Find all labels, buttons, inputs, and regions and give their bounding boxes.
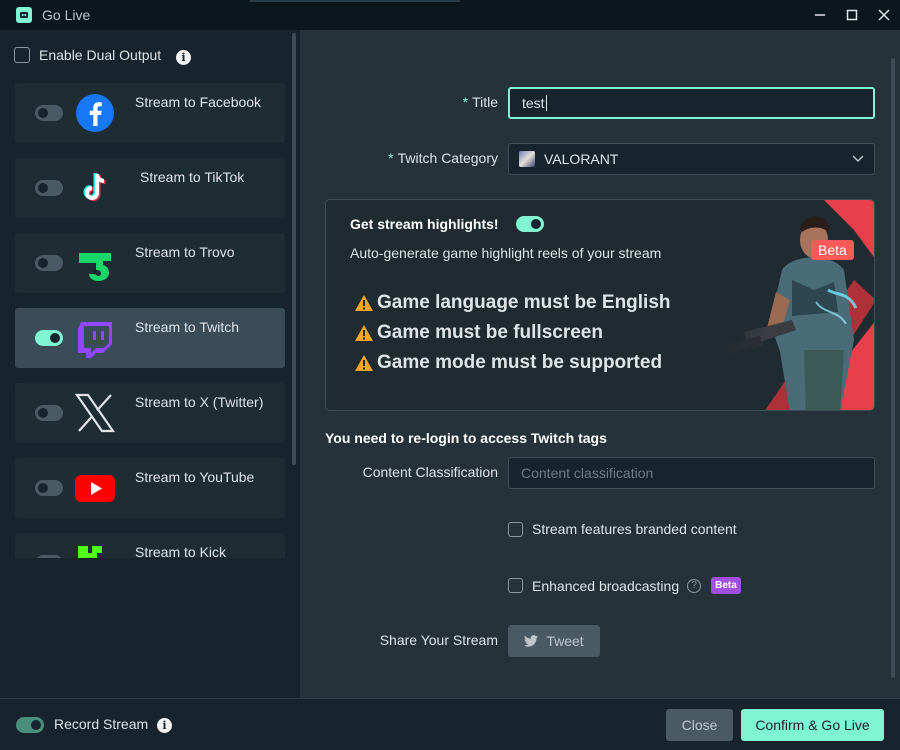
- facebook-toggle[interactable]: [35, 105, 63, 121]
- warning-icon: [355, 325, 373, 341]
- window-title: Go Live: [42, 7, 91, 23]
- platform-label: Stream to X (Twitter): [135, 394, 264, 410]
- maximize-button[interactable]: [836, 0, 868, 30]
- platform-list: Stream to Facebook Stream to TikTok Stre…: [15, 83, 285, 558]
- app-logo-icon: [16, 7, 32, 23]
- warning-icon: [355, 355, 373, 371]
- tweet-button[interactable]: Tweet: [508, 625, 600, 657]
- dual-output-row[interactable]: Enable Dual Output: [14, 47, 161, 63]
- trovo-icon: [75, 243, 115, 283]
- category-select[interactable]: VALORANT: [508, 143, 875, 175]
- close-window-button[interactable]: [868, 0, 900, 30]
- kick-icon: [75, 543, 115, 558]
- beta-badge-small: Beta: [711, 577, 741, 594]
- platform-item-facebook[interactable]: Stream to Facebook: [15, 83, 285, 143]
- footer-bar: Record Stream i Close Confirm & Go Live: [0, 698, 900, 750]
- title-bar-accent: [250, 0, 460, 2]
- title-label: * Title: [462, 94, 498, 110]
- close-icon: [878, 9, 890, 21]
- warning-item: Game must be fullscreen: [354, 322, 603, 344]
- twitch-icon: [75, 318, 115, 358]
- warning-item: Game language must be English: [354, 292, 671, 314]
- valorant-game-icon: [519, 151, 535, 167]
- highlights-subtitle: Auto-generate game highlight reels of yo…: [350, 245, 662, 261]
- record-stream-toggle[interactable]: [16, 717, 44, 733]
- branded-content-row[interactable]: Stream features branded content: [508, 521, 737, 537]
- tiktok-icon: [75, 168, 115, 208]
- highlights-title: Get stream highlights!: [350, 216, 499, 232]
- close-button[interactable]: Close: [666, 709, 733, 741]
- platform-list-scrollbar[interactable]: [292, 33, 296, 465]
- info-icon[interactable]: i: [157, 718, 172, 733]
- dual-output-label: Enable Dual Output: [39, 47, 162, 63]
- youtube-toggle[interactable]: [35, 480, 63, 496]
- x-twitter-icon: [74, 393, 116, 433]
- trovo-toggle[interactable]: [35, 255, 63, 271]
- facebook-icon: [75, 93, 115, 133]
- branded-content-checkbox[interactable]: [508, 521, 523, 537]
- platform-panel: Enable Dual Output i Stream to Facebook: [0, 30, 300, 698]
- platform-label: Stream to YouTube: [135, 469, 255, 485]
- highlights-toggle[interactable]: [516, 216, 544, 232]
- share-stream-label: Share Your Stream: [379, 632, 498, 648]
- chevron-down-icon: [852, 155, 864, 163]
- enhanced-broadcasting-checkbox[interactable]: [508, 578, 523, 593]
- enhanced-broadcasting-row[interactable]: Enhanced broadcasting ? Beta: [508, 577, 741, 594]
- record-stream-label: Record Stream: [54, 716, 149, 732]
- x-toggle[interactable]: [35, 405, 63, 421]
- twitch-toggle[interactable]: [35, 330, 63, 346]
- kick-toggle[interactable]: [35, 555, 63, 558]
- platform-item-youtube[interactable]: Stream to YouTube: [15, 458, 285, 518]
- dual-output-checkbox[interactable]: [14, 47, 30, 63]
- twitter-bird-icon: [524, 635, 539, 647]
- platform-label: Stream to Facebook: [135, 94, 262, 110]
- platform-label: Stream to Trovo: [135, 244, 235, 260]
- title-bar: Go Live: [0, 0, 900, 30]
- highlights-card: Get stream highlights! Auto-generate gam…: [325, 199, 875, 411]
- help-icon[interactable]: ?: [687, 578, 702, 593]
- agent-artwork: [704, 200, 874, 410]
- platform-label: Stream to Kick: [135, 544, 227, 558]
- category-label: * Twitch Category: [388, 150, 498, 166]
- platform-item-twitch[interactable]: Stream to Twitch: [15, 308, 285, 368]
- platform-label: Stream to TikTok: [140, 169, 245, 185]
- branded-content-label: Stream features branded content: [532, 521, 737, 537]
- content-classification-input[interactable]: Content classification: [508, 457, 875, 489]
- youtube-icon: [75, 468, 115, 508]
- platform-label: Stream to Twitch: [135, 319, 240, 335]
- tiktok-toggle[interactable]: [35, 180, 63, 196]
- settings-scrollbar[interactable]: [891, 58, 895, 678]
- warning-item: Game mode must be supported: [354, 352, 662, 374]
- warning-icon: [355, 295, 373, 311]
- content-classification-label: Content Classification: [362, 464, 498, 480]
- enhanced-broadcasting-label: Enhanced broadcasting: [532, 577, 680, 594]
- info-icon[interactable]: i: [176, 50, 191, 65]
- beta-badge: Beta: [811, 240, 854, 260]
- platform-item-kick[interactable]: Stream to Kick: [15, 533, 285, 558]
- platform-item-x[interactable]: Stream to X (Twitter): [15, 383, 285, 443]
- platform-item-trovo[interactable]: Stream to Trovo: [15, 233, 285, 293]
- confirm-go-live-button[interactable]: Confirm & Go Live: [741, 709, 884, 741]
- minimize-button[interactable]: [804, 0, 836, 30]
- title-input[interactable]: test: [508, 87, 875, 119]
- platform-item-tiktok[interactable]: Stream to TikTok: [15, 158, 285, 218]
- maximize-icon: [846, 9, 858, 21]
- relogin-message[interactable]: You need to re-login to access Twitch ta…: [325, 430, 607, 446]
- minimize-icon: [815, 14, 825, 16]
